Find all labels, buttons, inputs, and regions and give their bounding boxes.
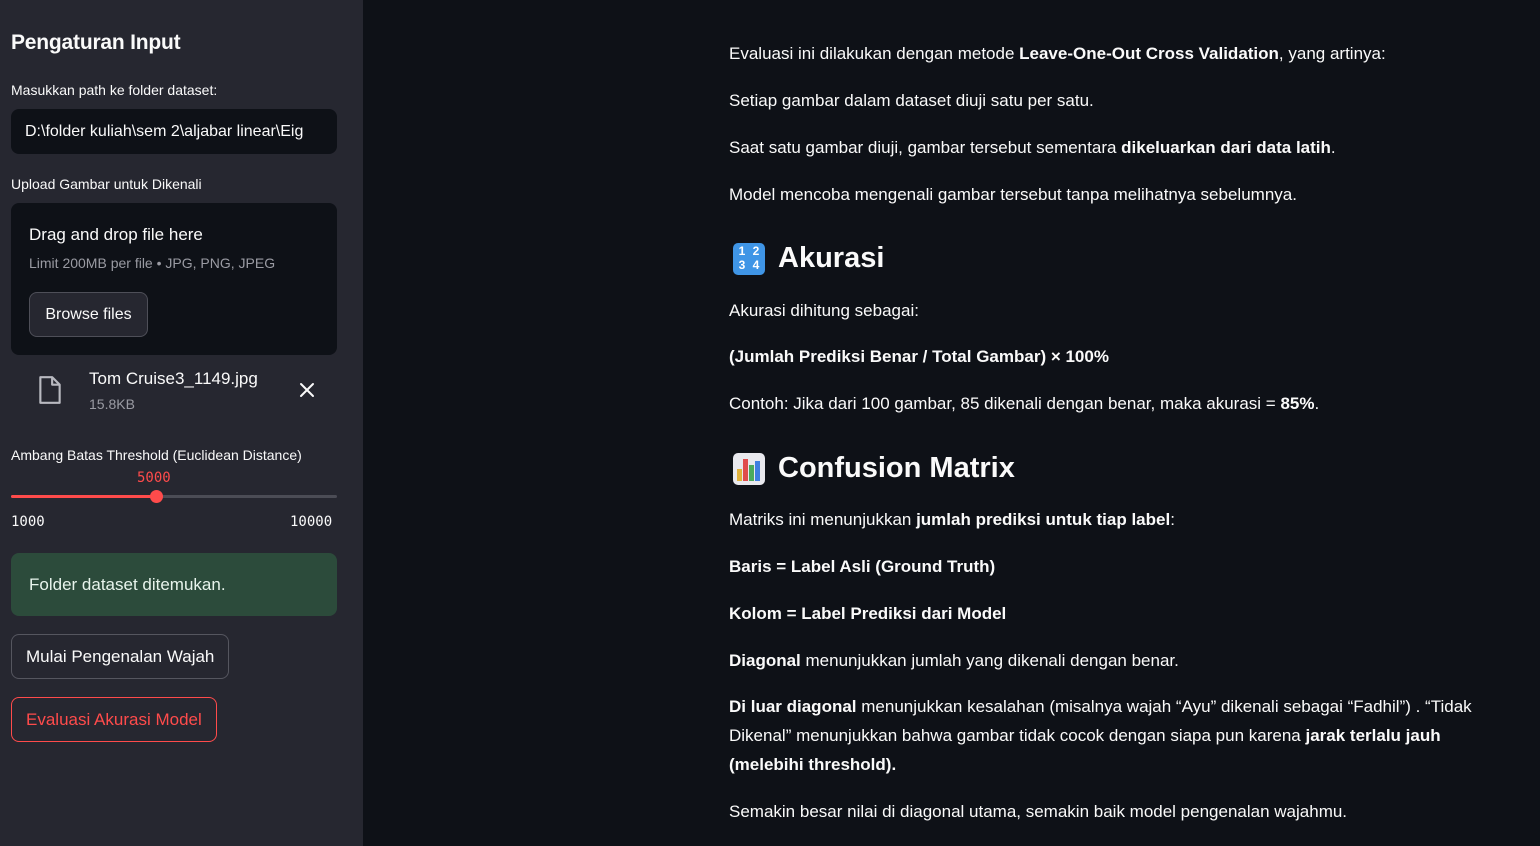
accuracy-example: Contoh: Jika dari 100 gambar, 85 dikenal…	[729, 389, 1319, 418]
cols-text: Kolom = Label Prediksi dari Model	[729, 604, 1007, 623]
slider-fill	[11, 495, 156, 498]
dataset-path-input[interactable]: D:\folder kuliah\sem 2\aljabar linear\Ei…	[11, 109, 337, 154]
intro-text: Evaluasi ini dilakukan dengan metode	[729, 44, 1020, 63]
confusion-intro: Matriks ini menunjukkan jumlah prediksi …	[729, 505, 1175, 534]
off-diagonal-suffix: .	[891, 755, 897, 774]
accuracy-example-value: 85%	[1280, 394, 1315, 413]
dropzone-limit: Limit 200MB per file • JPG, PNG, JPEG	[29, 255, 276, 271]
confusion-heading-text: Confusion Matrix	[778, 452, 1015, 484]
slider-value: 5000	[137, 470, 171, 486]
step-2-text: Saat satu gambar diuji, gambar tersebut …	[729, 138, 1122, 157]
diagonal-bold: Diagonal	[729, 651, 801, 670]
file-name: Tom Cruise3_1149.jpg	[89, 369, 258, 388]
success-alert: Folder dataset ditemukan.	[11, 553, 337, 616]
off-diagonal-bold: Di luar diagonal	[729, 697, 857, 716]
confusion-heading: Confusion Matrix	[733, 452, 1015, 485]
numbers-icon: 1234	[733, 242, 765, 275]
start-recognition-button[interactable]: Mulai Pengenalan Wajah	[11, 634, 230, 679]
sidebar-title: Pengaturan Input	[11, 31, 181, 54]
close-icon[interactable]	[297, 380, 317, 400]
accuracy-heading: 1234 Akurasi	[733, 242, 884, 275]
diagonal-text: Diagonal menunjukkan jumlah yang dikenal…	[729, 646, 1179, 675]
intro-suffix: , yang artinya:	[1278, 44, 1386, 63]
file-size: 15.8KB	[89, 396, 135, 412]
evaluate-accuracy-button[interactable]: Evaluasi Akurasi Model	[11, 697, 217, 742]
path-label: Masukkan path ke folder dataset:	[11, 82, 218, 98]
uploaded-file-row: Tom Cruise3_1149.jpg 15.8KB	[11, 362, 337, 422]
step-3: Model mencoba mengenali gambar tersebut …	[729, 185, 1297, 204]
step-2-bold: dikeluarkan dari data latih	[1121, 138, 1331, 157]
step-1: Setiap gambar dalam dataset diuji satu p…	[729, 91, 1094, 110]
diagonal-desc: menunjukkan jumlah yang dikenali dengan …	[800, 651, 1179, 670]
slider-thumb[interactable]	[149, 490, 163, 503]
step-2-suffix: .	[1330, 138, 1336, 157]
accuracy-formula: (Jumlah Prediksi Benar / Total Gambar) ×…	[729, 347, 1109, 366]
confusion-intro-text: Matriks ini menunjukkan	[729, 510, 917, 529]
accuracy-heading-text: Akurasi	[778, 242, 885, 274]
slider-max: 10000	[290, 514, 333, 530]
threshold-slider[interactable]	[11, 490, 337, 503]
sidebar: Pengaturan Input Masukkan path ke folder…	[0, 0, 363, 846]
file-icon	[39, 376, 61, 404]
rows-text: Baris = Label Asli (Ground Truth)	[729, 557, 996, 576]
confusion-intro-suffix: :	[1170, 510, 1175, 529]
dropzone-title: Drag and drop file here	[29, 225, 203, 244]
step-2: Saat satu gambar diuji, gambar tersebut …	[729, 133, 1336, 162]
accuracy-example-suffix: .	[1314, 394, 1320, 413]
slider-min: 1000	[11, 514, 45, 530]
intro-paragraph: Evaluasi ini dilakukan dengan metode Lea…	[729, 39, 1386, 68]
bar-chart-icon	[733, 452, 765, 485]
file-dropzone[interactable]: Drag and drop file here Limit 200MB per …	[11, 203, 337, 355]
accuracy-text: Akurasi dihitung sebagai:	[729, 301, 919, 320]
confusion-intro-bold: jumlah prediksi untuk tiap label	[916, 510, 1171, 529]
upload-label: Upload Gambar untuk Dikenali	[11, 176, 202, 192]
threshold-label: Ambang Batas Threshold (Euclidean Distan…	[11, 447, 302, 463]
off-diagonal-text: Di luar diagonal menunjukkan kesalahan (…	[729, 692, 1519, 779]
intro-method: Leave-One-Out Cross Validation	[1019, 44, 1279, 63]
browse-files-button[interactable]: Browse files	[29, 292, 148, 337]
accuracy-example-text: Contoh: Jika dari 100 gambar, 85 dikenal…	[729, 394, 1281, 413]
closing-text: Semakin besar nilai di diagonal utama, s…	[729, 802, 1348, 821]
